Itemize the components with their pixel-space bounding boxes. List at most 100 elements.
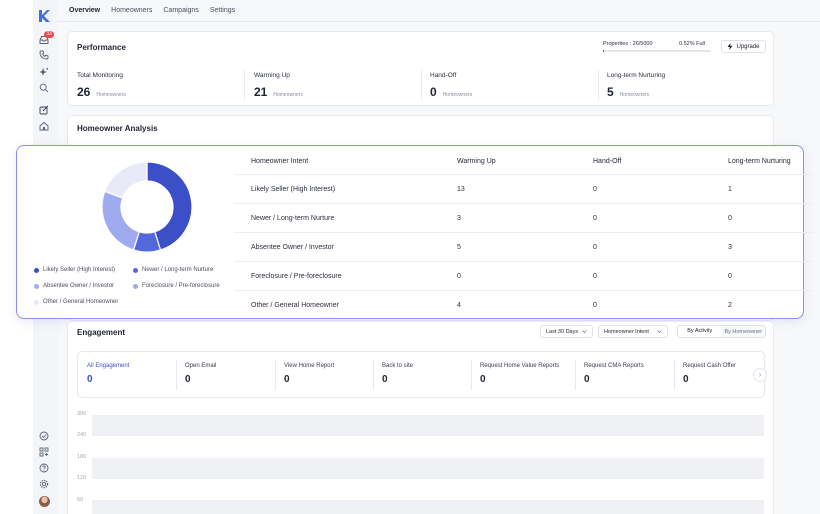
metric-request-cash-offer[interactable]: Request Cash Offer 0 (674, 352, 736, 399)
phone-icon[interactable] (37, 48, 51, 62)
y-tick-label: 180 (77, 454, 87, 460)
y-tick-label: 240 (77, 432, 87, 438)
tab-overview[interactable]: Overview (69, 0, 101, 22)
table-row[interactable]: Likely Seller (High Interest) 13 0 1 (234, 175, 813, 204)
y-tick-label: 120 (77, 475, 87, 481)
table-cell: Newer / Long-term Nurture (251, 214, 335, 222)
metric-value: 0 (382, 374, 388, 385)
chevron-down-icon (657, 330, 662, 333)
metric-request-home-value-reports[interactable]: Request Home Value Reports 0 (471, 352, 559, 399)
homeowner-analysis-panel: Likely Seller (High Interest) Newer / Lo… (16, 145, 813, 319)
stat-value: 21 (254, 85, 268, 99)
metric-open-email[interactable]: Open Email 0 (176, 352, 216, 399)
properties-usage-bar (603, 50, 711, 52)
metric-request-cma-reports[interactable]: Request CMA Reports 0 (575, 352, 644, 399)
table-header-row: Homeowner Intent Warming Up Hand-Off Lon… (234, 148, 813, 175)
top-tabs: Overview Homeowners Campaigns Settings (69, 0, 235, 22)
user-avatar[interactable] (39, 496, 50, 507)
stat-sub: Homeowners (619, 92, 650, 98)
edit-icon[interactable] (37, 103, 51, 117)
properties-usage-percent: 0.52% Full (679, 41, 705, 47)
homeowner-intent-dropdown[interactable]: Homeowner Intent (598, 325, 668, 338)
by-activity-toggle[interactable]: By Activity (678, 326, 722, 337)
metric-view-home-report[interactable]: View Home Report 0 (275, 352, 334, 399)
legend-item: Newer / Long-term Nurture (133, 267, 213, 273)
legend-label: Absentee Owner / Investor (43, 283, 115, 289)
help-icon[interactable] (37, 461, 51, 475)
engagement-title: Engagement (77, 328, 126, 337)
donut-slice[interactable] (104, 161, 148, 199)
metric-value: 0 (185, 374, 191, 385)
tab-homeowners[interactable]: Homeowners (111, 0, 152, 22)
chevron-right-icon[interactable]: › (753, 368, 767, 382)
legend-label: Likely Seller (High Interest) (43, 267, 116, 273)
homeowner-analysis-title: Homeowner Analysis (77, 124, 158, 133)
upgrade-label: Upgrade (736, 43, 760, 50)
stat-hand-off: Hand-Off 0 Homeowners (430, 72, 595, 100)
chart-grid-band (92, 458, 764, 479)
table-cell: 0 (457, 272, 461, 280)
table-cell: Absentee Owner / Investor (251, 243, 334, 251)
date-range-label: Last 30 Days (546, 328, 579, 335)
metric-label: Request Cash Offer (683, 363, 736, 369)
legend-swatch (34, 267, 39, 273)
donut-slice[interactable] (101, 190, 140, 251)
search-icon[interactable] (37, 81, 51, 95)
table-row[interactable]: Foreclosure / Pre-foreclosure 0 0 0 (234, 262, 813, 291)
legend-item: Foreclosure / Pre-foreclosure (133, 283, 220, 289)
table-header: Warming Up (457, 157, 496, 165)
table-cell: 0 (728, 214, 732, 222)
stat-long-term-nurturing: Long-term Nurturing 5 Homeowners (607, 72, 772, 100)
metric-label: Open Email (185, 363, 217, 369)
legend-item: Other / General Homeowner (34, 299, 118, 305)
table-cell: 0 (593, 214, 597, 222)
by-homeowner-toggle[interactable]: By Homeowner (722, 329, 766, 335)
table-row[interactable]: Newer / Long-term Nurture 3 0 0 (234, 204, 813, 233)
app-logo[interactable] (38, 9, 51, 23)
grid-icon[interactable] (37, 445, 51, 459)
table-row[interactable]: Other / General Homeowner 4 0 2 (234, 291, 813, 320)
table-cell: 5 (457, 243, 461, 251)
stat-value: 26 (77, 85, 91, 99)
stat-sub: Homeowners (273, 92, 303, 98)
y-tick-label: 300 (77, 411, 87, 417)
table-cell: 0 (593, 243, 597, 251)
settings-icon[interactable] (37, 477, 51, 491)
table-cell: 0 (593, 272, 597, 280)
check-circle-icon[interactable] (37, 429, 51, 443)
performance-card: Performance Properties : 26/5000 0.52% F… (67, 31, 774, 106)
table-header: Hand-Off (593, 157, 622, 165)
table-cell: 3 (728, 243, 732, 251)
date-range-dropdown[interactable]: Last 30 Days (540, 325, 594, 338)
chart-grid-band (92, 500, 764, 514)
sparkles-icon[interactable] (37, 65, 51, 79)
stat-warming-up: Warming Up 21 Homeowners (254, 72, 419, 100)
metric-back-to-site[interactable]: Back to site 0 (373, 352, 413, 399)
table-cell: 0 (593, 185, 597, 193)
tabs-divider (57, 21, 820, 22)
stat-value: 0 (430, 85, 437, 99)
legend-swatch (133, 283, 138, 289)
tab-settings[interactable]: Settings (210, 0, 235, 22)
table-cell: Foreclosure / Pre-foreclosure (251, 272, 342, 280)
home-icon[interactable] (37, 119, 51, 133)
stat-divider (244, 70, 245, 100)
homeowner-intent-label: Homeowner Intent (604, 328, 649, 335)
legend-item: Absentee Owner / Investor (34, 283, 114, 289)
homeowner-intent-donut-chart (101, 161, 193, 253)
table-cell: 4 (457, 302, 461, 309)
table-header: Homeowner Intent (251, 157, 309, 165)
legend-item: Likely Seller (High Interest) (34, 267, 115, 273)
metric-label: Back to site (382, 363, 414, 369)
table-cell: 2 (728, 302, 732, 309)
table-cell: Likely Seller (High Interest) (251, 185, 336, 193)
tab-campaigns[interactable]: Campaigns (163, 0, 198, 22)
upgrade-button[interactable]: Upgrade (721, 40, 766, 53)
stat-label: Long-term Nurturing (607, 72, 666, 79)
properties-usage-fill (603, 50, 605, 52)
metric-all-engagement[interactable]: All Engagement 0 (78, 352, 129, 399)
table-header: Long-term Nurturing (728, 157, 791, 165)
stat-label: Warming Up (254, 72, 290, 79)
table-row[interactable]: Absentee Owner / Investor 5 0 3 (234, 233, 813, 262)
y-tick-label: 60 (77, 497, 84, 503)
